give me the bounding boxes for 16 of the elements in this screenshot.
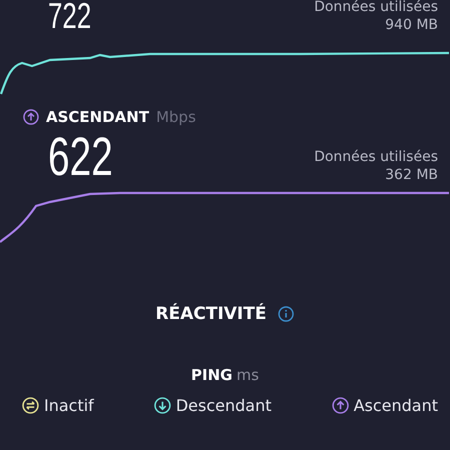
swap-arrows-icon bbox=[22, 397, 39, 414]
data-used-value: 362 MB bbox=[385, 166, 438, 184]
upload-label: ASCENDANT bbox=[46, 108, 150, 126]
legend-label: Inactif bbox=[44, 396, 94, 415]
data-used-label: Données utilisées bbox=[314, 0, 438, 16]
ping-label: PING bbox=[191, 366, 232, 384]
unit-label: ms bbox=[236, 366, 259, 384]
data-used-value: 940 MB bbox=[385, 16, 438, 34]
legend-label: Ascendant bbox=[354, 396, 438, 415]
download-speed: 722 bbox=[48, 0, 92, 34]
data-used-label: Données utilisées bbox=[314, 148, 438, 166]
legend-label: Descendant bbox=[176, 396, 272, 415]
section-title: RÉACTIVITÉ bbox=[156, 304, 266, 324]
info-icon[interactable] bbox=[278, 306, 294, 322]
unit-label: Mbps bbox=[156, 108, 196, 126]
upload-speed: 622 bbox=[48, 130, 113, 184]
